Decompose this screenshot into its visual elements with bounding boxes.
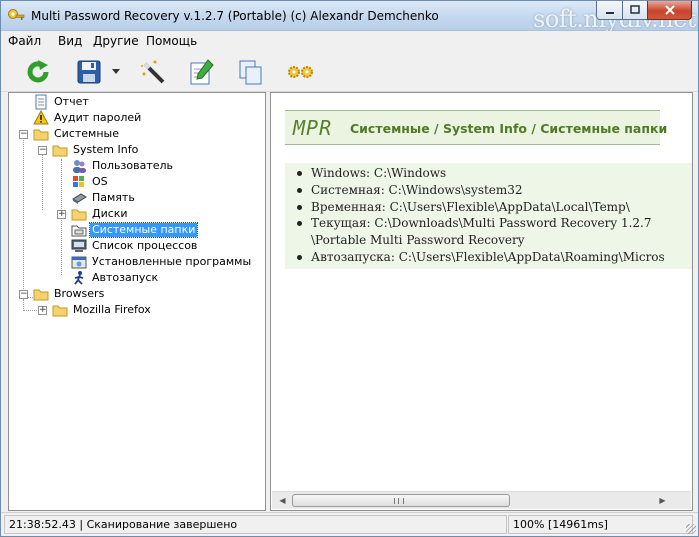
close-icon [664, 5, 675, 15]
folder-icon [52, 302, 68, 318]
copy-button[interactable] [236, 57, 266, 87]
list-item: Автозапуска: C:\Users\Flexible\AppData\R… [297, 249, 692, 266]
list-item: Временная: C:\Users\Flexible\AppData\Loc… [297, 199, 692, 216]
folder-icon [33, 126, 49, 142]
tree-item-password-audit[interactable]: Аудит паролей [33, 110, 143, 126]
status-bar: 21:38:52.43 | Сканирование завершено 100… [1, 512, 698, 536]
memory-icon [71, 190, 87, 206]
tree-item-disks[interactable]: Диски [71, 206, 130, 222]
minimize-button[interactable] [596, 1, 623, 20]
save-dropdown-button[interactable] [108, 57, 124, 87]
system-folders-list: Windows: C:\Windows Системная: C:\Window… [297, 165, 692, 266]
programs-icon [71, 254, 87, 270]
settings-button[interactable] [286, 57, 316, 87]
autorun-icon [71, 270, 87, 286]
save-icon [77, 60, 101, 84]
tree-item-browsers[interactable]: Browsers [33, 286, 106, 302]
list-item: Системная: C:\Windows\system32 [297, 182, 692, 199]
status-progress: 100% [14961ms] [508, 515, 693, 534]
tree-item-system-folders[interactable]: Системные папки [71, 222, 199, 238]
tree-expander-firefox[interactable]: + [38, 306, 47, 315]
minimize-icon [605, 12, 614, 14]
scroll-left-arrow-icon[interactable]: ◀ [274, 492, 291, 509]
refresh-button[interactable] [23, 57, 53, 87]
maximize-button[interactable] [622, 1, 648, 20]
mpr-logo: MPR [293, 116, 333, 140]
users-icon [71, 158, 87, 174]
tree-expander-browsers[interactable]: − [19, 290, 28, 299]
copy-icon [239, 60, 262, 85]
menu-file[interactable]: Файл [8, 34, 41, 48]
tree-item-process-list[interactable]: Список процессов [71, 238, 199, 254]
magic-wand-icon [141, 60, 165, 84]
app-key-icon [7, 7, 25, 25]
tree-item-autorun[interactable]: Автозапуск [71, 270, 160, 286]
tree-item-report[interactable]: Отчет [33, 94, 91, 110]
process-list-icon [71, 238, 87, 254]
status-message: 21:38:52.43 | Сканирование завершено [4, 515, 507, 534]
report-page-icon [33, 94, 49, 110]
wizard-button[interactable] [138, 57, 168, 87]
settings-gears-icon [288, 66, 313, 78]
tree-line [42, 148, 43, 210]
list-item: Текущая: C:\Downloads\Multi Password Rec… [297, 215, 692, 232]
tree-item-installed-programs[interactable]: Установленные программы [71, 254, 253, 270]
list-item-continuation: \Portable Multi Password Recovery [311, 233, 525, 248]
resize-grip-icon[interactable] [686, 524, 696, 534]
breadcrumb-title: Системные / System Info / Системные папк… [350, 121, 668, 136]
list-item: Windows: C:\Windows [297, 165, 692, 182]
tree-item-os[interactable]: OS [71, 174, 110, 190]
edit-icon [190, 59, 214, 85]
tree-line [23, 133, 24, 293]
menu-bar: Файл Вид Другие Помощь [1, 31, 698, 51]
menu-view[interactable]: Вид [58, 34, 82, 48]
tree-item-memory[interactable]: Память [71, 190, 137, 206]
horizontal-scrollbar[interactable]: ◀ ▶ [272, 491, 691, 509]
menu-other[interactable]: Другие [93, 34, 139, 48]
tree-item-system-info[interactable]: System Info [52, 142, 140, 158]
window-title: Multi Password Recovery v.1.2.7 (Portabl… [31, 9, 439, 23]
app-window: Multi Password Recovery v.1.2.7 (Portabl… [0, 0, 699, 537]
tree-line [23, 310, 37, 311]
content-header: MPR Системные / System Info / Системные … [285, 110, 667, 145]
warning-icon [33, 110, 49, 126]
maximize-icon [630, 5, 640, 14]
save-button[interactable] [74, 57, 104, 87]
folder-system-icon [71, 222, 87, 238]
scroll-right-arrow-icon[interactable]: ▶ [654, 492, 671, 509]
os-icon [71, 174, 87, 190]
tree-expander-systemnye[interactable]: − [19, 130, 28, 139]
folder-icon [71, 206, 87, 222]
edit-button[interactable] [187, 57, 217, 87]
menu-help[interactable]: Помощь [146, 34, 197, 48]
refresh-icon [27, 60, 49, 83]
tree-expander-system-info[interactable]: − [38, 146, 47, 155]
tree-expander-diski[interactable]: + [57, 210, 66, 219]
tree-item-firefox[interactable]: Mozilla Firefox [52, 302, 153, 318]
tree-item-user[interactable]: Пользователь [71, 158, 175, 174]
content-panel: MPR Системные / System Info / Системные … [270, 92, 693, 511]
folder-icon [33, 286, 49, 302]
close-button[interactable] [647, 1, 692, 20]
toolbar [1, 52, 698, 92]
scrollbar-grip-icon [394, 498, 404, 504]
dropdown-arrow-icon [112, 69, 120, 74]
scrollbar-thumb[interactable] [292, 494, 510, 507]
tree-item-systemnye[interactable]: Системные [33, 126, 121, 142]
title-bar[interactable]: Multi Password Recovery v.1.2.7 (Portabl… [1, 1, 698, 33]
folder-icon [52, 142, 68, 158]
tree-panel: − − + − + Отчет Аудит паролей Системные … [8, 92, 266, 511]
